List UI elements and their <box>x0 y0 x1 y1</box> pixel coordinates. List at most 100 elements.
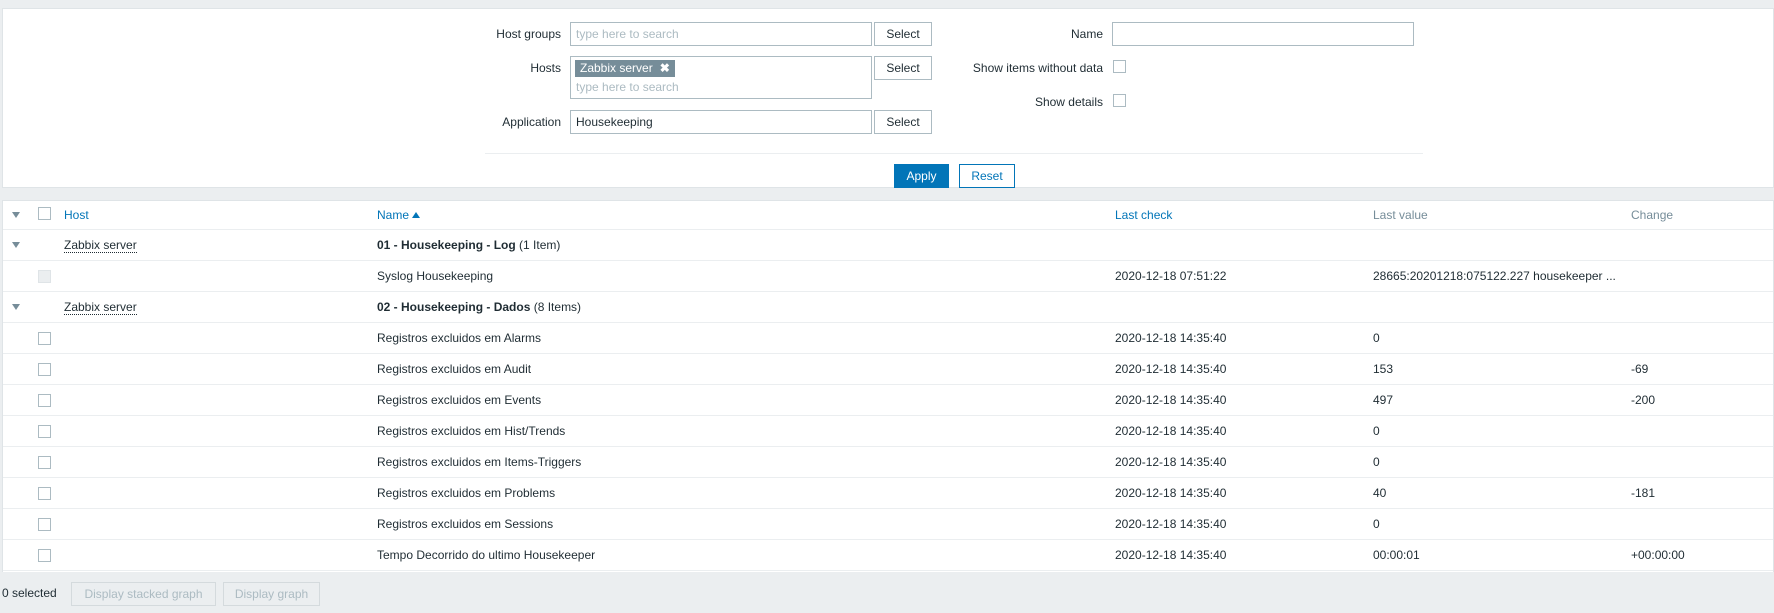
show-details-label: Show details <box>1034 95 1103 109</box>
item-last-check: 2020-12-18 07:51:22 <box>1115 269 1227 283</box>
row-checkbox[interactable] <box>38 456 51 469</box>
item-name: Syslog Housekeeping <box>377 269 494 283</box>
collapse-group-icon[interactable] <box>12 304 20 310</box>
item-change: -200 <box>1631 393 1656 407</box>
table-row: Tempo Decorrido do ultimo Housekeeper 20… <box>3 540 1773 571</box>
selected-count: 0 selected <box>2 586 57 600</box>
item-name: Registros excluidos em Alarms <box>377 331 542 345</box>
hosts-label: Hosts <box>530 61 561 75</box>
application-select-button[interactable]: Select <box>874 110 932 134</box>
item-last-value: 0 <box>1373 517 1380 531</box>
item-last-check: 2020-12-18 14:35:40 <box>1115 517 1227 531</box>
table-row: Registros excluidos em Alarms 2020-12-18… <box>3 323 1773 354</box>
group-title: 01 - Housekeeping - Log <box>377 238 516 252</box>
row-checkbox[interactable] <box>38 332 51 345</box>
name-input[interactable] <box>1112 22 1414 46</box>
row-checkbox <box>38 270 51 283</box>
row-checkbox[interactable] <box>38 394 51 407</box>
display-graph-button[interactable]: Display graph <box>223 582 320 606</box>
host-groups-select-button[interactable]: Select <box>874 22 932 46</box>
host-tag-zabbix-server: Zabbix server ✖ <box>575 60 675 77</box>
items-table: Host Name Last check Last value Change Z… <box>2 200 1774 572</box>
table-row: Syslog Housekeeping 2020-12-18 07:51:22 … <box>3 261 1773 292</box>
filter-panel: Host groups type here to search Select H… <box>2 8 1774 188</box>
item-last-value: 497 <box>1373 393 1394 407</box>
item-last-check: 2020-12-18 14:35:40 <box>1115 362 1227 376</box>
table-header: Host Name Last check Last value Change <box>3 201 1773 230</box>
table-row: Registros excluidos em Audit 2020-12-18 … <box>3 354 1773 385</box>
group-host[interactable]: Zabbix server <box>64 230 137 260</box>
column-last-check[interactable]: Last check <box>1115 201 1172 229</box>
display-stacked-graph-button[interactable]: Display stacked graph <box>71 582 216 606</box>
table-row: Registros excluidos em Items-Triggers 20… <box>3 447 1773 478</box>
group-title: 02 - Housekeeping - Dados <box>377 300 531 314</box>
item-change: +00:00:00 <box>1631 548 1685 562</box>
row-checkbox[interactable] <box>38 518 51 531</box>
item-name: Registros excluidos em Problems <box>377 486 556 500</box>
host-groups-label: Host groups <box>496 27 561 41</box>
row-checkbox[interactable] <box>38 363 51 376</box>
column-last-value: Last value <box>1373 208 1428 222</box>
collapse-group-icon[interactable] <box>12 242 20 248</box>
table-row: Registros excluidos em Sessions 2020-12-… <box>3 509 1773 540</box>
item-name: Registros excluidos em Sessions <box>377 517 554 531</box>
column-name-label: Name <box>377 208 410 222</box>
sort-asc-icon <box>412 212 421 218</box>
row-checkbox[interactable] <box>38 549 51 562</box>
host-groups-input[interactable]: type here to search <box>570 22 872 46</box>
group-host[interactable]: Zabbix server <box>64 292 137 322</box>
show-items-without-data-checkbox[interactable] <box>1113 60 1126 73</box>
item-last-check: 2020-12-18 14:35:40 <box>1115 424 1227 438</box>
item-last-value: 0 <box>1373 455 1380 469</box>
reset-button[interactable]: Reset <box>959 164 1015 188</box>
host-link[interactable]: Zabbix server <box>64 238 137 253</box>
row-checkbox[interactable] <box>38 487 51 500</box>
group-name: 01 - Housekeeping - Log (1 Item) <box>377 230 560 260</box>
table-row: Registros excluidos em Hist/Trends 2020-… <box>3 416 1773 447</box>
item-name: Tempo Decorrido do ultimo Housekeeper <box>377 548 596 562</box>
table-row: Registros excluidos em Events 2020-12-18… <box>3 385 1773 416</box>
apply-button[interactable]: Apply <box>894 164 949 188</box>
group-count: (8 Items) <box>533 300 582 314</box>
item-name: Registros excluidos em Audit <box>377 362 532 376</box>
table-row: Registros excluidos em Problems 2020-12-… <box>3 478 1773 509</box>
group-name: 02 - Housekeeping - Dados (8 Items) <box>377 292 581 322</box>
group-row: Zabbix server 01 - Housekeeping - Log (1… <box>3 230 1773 261</box>
name-label: Name <box>1070 27 1103 41</box>
item-name: Registros excluidos em Hist/Trends <box>377 424 566 438</box>
filter-divider <box>485 153 1423 154</box>
column-change: Change <box>1631 208 1674 222</box>
application-label: Application <box>502 115 561 129</box>
item-change: -181 <box>1631 486 1656 500</box>
item-last-value: 40 <box>1373 486 1387 500</box>
item-last-value: 0 <box>1373 331 1380 345</box>
item-change: -69 <box>1631 362 1649 376</box>
application-input[interactable]: Housekeeping <box>570 110 872 134</box>
item-last-value: 28665:20201218:075122.227 housekeeper ..… <box>1373 269 1616 283</box>
item-last-value: 00:00:01 <box>1373 548 1420 562</box>
show-details-checkbox[interactable] <box>1113 94 1126 107</box>
item-last-value: 153 <box>1373 362 1394 376</box>
collapse-all-icon[interactable] <box>12 212 20 218</box>
host-tag-label: Zabbix server <box>580 61 653 75</box>
item-last-check: 2020-12-18 14:35:40 <box>1115 331 1227 345</box>
item-last-check: 2020-12-18 14:35:40 <box>1115 486 1227 500</box>
column-name[interactable]: Name <box>377 201 421 229</box>
host-link[interactable]: Zabbix server <box>64 300 137 315</box>
group-row: Zabbix server 02 - Housekeeping - Dados … <box>3 292 1773 323</box>
item-last-check: 2020-12-18 14:35:40 <box>1115 393 1227 407</box>
column-host[interactable]: Host <box>64 201 89 229</box>
application-value: Housekeeping <box>576 115 653 129</box>
item-name: Registros excluidos em Items-Triggers <box>377 455 582 469</box>
item-last-check: 2020-12-18 14:35:40 <box>1115 455 1227 469</box>
remove-tag-icon[interactable]: ✖ <box>660 61 670 75</box>
group-count: (1 Item) <box>519 238 561 252</box>
select-all-checkbox[interactable] <box>38 207 51 220</box>
host-groups-placeholder: type here to search <box>576 27 679 41</box>
hosts-input[interactable]: Zabbix server ✖ type here to search <box>570 56 872 99</box>
item-name: Registros excluidos em Events <box>377 393 542 407</box>
action-footer: 0 selected Display stacked graph Display… <box>0 580 1774 613</box>
hosts-placeholder: type here to search <box>576 80 679 94</box>
item-last-value: 0 <box>1373 424 1380 438</box>
row-checkbox[interactable] <box>38 425 51 438</box>
